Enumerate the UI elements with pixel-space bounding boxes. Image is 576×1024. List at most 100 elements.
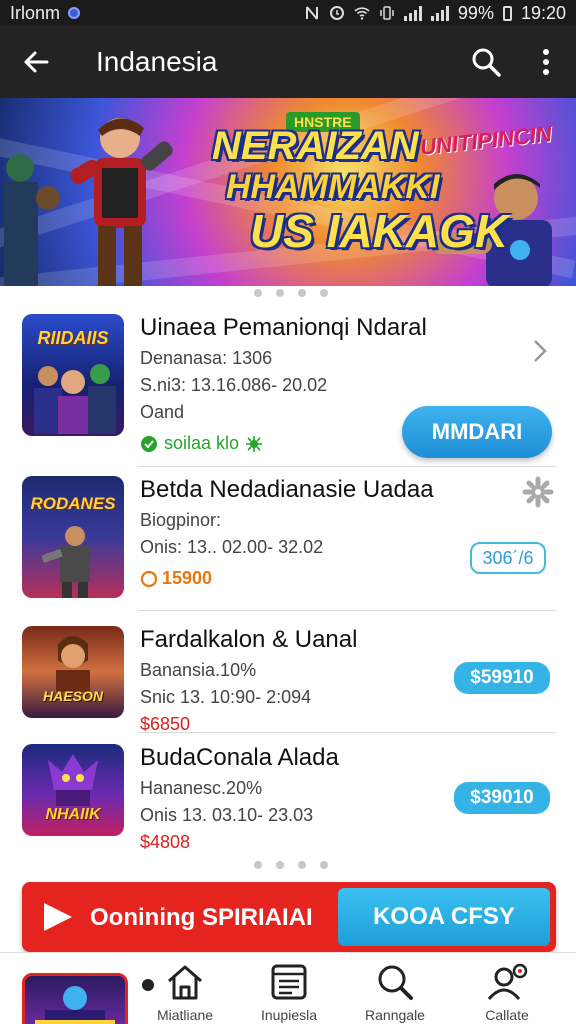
alarm-icon <box>329 6 344 20</box>
item-subtitle: Banansia.10% <box>140 660 257 680</box>
item-details: Betda Nedadianasie Uadaa Biogpinor: Onis… <box>140 476 434 589</box>
item-price-button[interactable]: $59910 <box>454 662 550 694</box>
banner-title-line2: HHAMMAKKI <box>226 168 440 206</box>
item-schedule: Onis: 13.. 02.00- 32.02 <box>140 537 324 557</box>
status-icons: 99% 19:20 <box>304 3 566 24</box>
banner-tag: UNITIPINCIN <box>419 121 553 160</box>
sparkle-icon <box>246 435 263 452</box>
item-price-button[interactable]: 306´/6 <box>470 542 546 574</box>
wifi-icon <box>354 7 370 20</box>
item-subtitle: Hananesc.20% <box>140 778 263 798</box>
banner-crowd <box>4 154 60 286</box>
thumbnail-character <box>56 636 90 692</box>
item-details: Uinaea Pemanionqi Ndaral Denanasa: 1306 … <box>140 314 427 454</box>
banner-title-line1: NERAIZAN <box>212 124 419 168</box>
page-title: Indanesia <box>96 46 218 77</box>
thumbnail-title: HAESON <box>43 688 103 704</box>
app-notification-icon <box>68 7 81 19</box>
item-schedule: S.ni3: 13.16.086- 20.02 <box>140 375 328 395</box>
list-icon <box>271 964 307 1000</box>
item-price-button[interactable]: $39010 <box>454 782 550 814</box>
item-title: BudaConala Alada <box>140 744 339 771</box>
chevron-right-icon[interactable] <box>532 338 548 364</box>
carrier-name: Irlonm <box>10 2 61 23</box>
signal-icon <box>403 5 422 21</box>
status-bar: Irlonm 99% 19:20 <box>0 0 576 26</box>
item-price: 15900 <box>140 568 434 589</box>
nav-home-label: Miatliane <box>156 1007 214 1023</box>
play-icon <box>44 903 72 931</box>
item-price-value: 15900 <box>162 568 213 588</box>
list-item[interactable]: NHAIIK BudaConala Alada Hananesc.20% Oni… <box>22 744 556 852</box>
nav-list[interactable]: Inupiesla <box>244 963 334 1023</box>
nav-list-label: Inupiesla <box>260 1007 318 1023</box>
item-status-text: soilaa klo <box>164 433 240 453</box>
nav-search-label: Ranngale <box>365 1007 425 1023</box>
promo-text: Oonining SPIRIAIAI <box>90 904 313 931</box>
list-item[interactable]: HAESON Fardalkalon & Uanal Banansia.10% … <box>22 626 556 734</box>
banner-title-line3: US IAKAGK <box>250 205 509 257</box>
mini-thumbnail-art <box>35 986 115 1024</box>
item-price: $4808 <box>140 832 191 852</box>
item-subtitle: Biogpinor: <box>140 510 222 530</box>
bottom-navigation: Miatliane Inupiesla Ranngale Callate <box>0 952 576 1024</box>
promo-bar[interactable]: Oonining SPIRIAIAI KOOA CFSY <box>22 882 556 952</box>
coin-icon <box>140 570 158 587</box>
profile-icon <box>487 963 528 1000</box>
vibrate-icon <box>380 6 394 20</box>
mini-player-thumbnail[interactable] <box>22 973 128 1024</box>
nav-profile-label: Callate <box>485 1007 529 1023</box>
signal-icon-2 <box>430 5 449 21</box>
search-icon <box>472 48 501 77</box>
check-circle-icon <box>141 435 157 452</box>
home-icon <box>168 965 202 1000</box>
more-vert-icon <box>543 49 549 75</box>
nfc-icon <box>305 6 318 20</box>
list-divider <box>138 610 556 611</box>
item-status: soilaa klo <box>140 433 427 454</box>
item-thumbnail: RIIDAIIS <box>22 314 124 436</box>
thumbnail-characters <box>34 364 116 434</box>
item-primary-button[interactable]: MMDARI <box>402 406 552 458</box>
search-icon <box>378 965 413 1000</box>
app-bar: Indanesia <box>0 26 576 98</box>
promo-banner[interactable]: HNSTRE UNITIPINCIN NERAIZAN HHAMMAKKI US… <box>0 98 576 286</box>
item-details: BudaConala Alada Hananesc.20% Onis 13. 0… <box>140 744 339 853</box>
thumbnail-title: RIIDAIIS <box>37 328 109 348</box>
search-button[interactable] <box>456 26 516 98</box>
clock: 19:20 <box>520 2 566 23</box>
item-extra-line: Oand <box>140 402 185 422</box>
battery-icon <box>502 5 512 21</box>
item-schedule: Onis 13. 03.10- 23.03 <box>140 805 314 825</box>
item-thumbnail: NHAIIK <box>22 744 124 836</box>
item-details: Fardalkalon & Uanal Banansia.10% Snic 13… <box>140 626 357 735</box>
list-pager-dots[interactable] <box>254 861 328 869</box>
list-item[interactable]: RIIDAIIS Uinaea Pemanionqi Ndaral Denana… <box>22 314 556 462</box>
thumbnail-title: RODANES <box>30 494 116 513</box>
list-divider <box>138 466 556 467</box>
battery-level: 99% <box>457 2 494 23</box>
item-schedule: Snic 13. 10:90- 2:094 <box>140 687 312 707</box>
thumbnail-creature <box>48 754 98 806</box>
nav-home[interactable]: Miatliane <box>140 963 230 1023</box>
arrow-left-icon <box>24 51 49 73</box>
list-item[interactable]: RODANES Betda Nedadianasie Uadaa Biogpin… <box>22 476 556 598</box>
promo-button[interactable]: KOOA CFSY <box>338 888 550 946</box>
banner-pager-dots[interactable] <box>254 289 328 297</box>
settings-gear-icon[interactable] <box>522 476 554 508</box>
back-button[interactable] <box>0 26 72 98</box>
item-thumbnail: HAESON <box>22 626 124 718</box>
more-options-button[interactable] <box>516 26 576 98</box>
item-title: Betda Nedadianasie Uadaa <box>140 476 434 503</box>
item-title: Uinaea Pemanionqi Ndaral <box>140 314 427 341</box>
item-title: Fardalkalon & Uanal <box>140 626 358 653</box>
thumbnail-character <box>42 526 90 598</box>
list-divider <box>138 732 556 733</box>
thumbnail-title: NHAIIK <box>45 806 101 823</box>
item-subtitle: Denanasa: 1306 <box>140 348 273 368</box>
nav-search[interactable]: Ranngale <box>350 963 440 1023</box>
item-thumbnail: RODANES <box>22 476 124 598</box>
banner-hero-figure <box>70 118 173 286</box>
nav-profile[interactable]: Callate <box>462 963 552 1023</box>
carrier: Irlonm <box>10 2 81 24</box>
